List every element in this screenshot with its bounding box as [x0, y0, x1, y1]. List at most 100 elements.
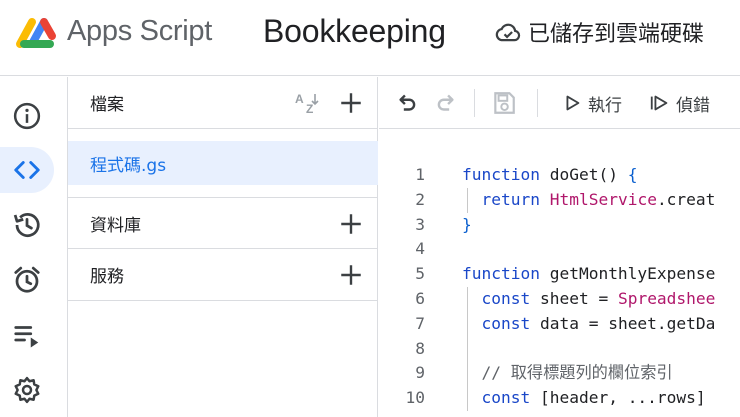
code-line[interactable]: 4: [379, 237, 740, 262]
line-number: 3: [415, 214, 425, 234]
code-token: [header, ...rows]: [530, 388, 706, 408]
libraries-label: 資料庫: [90, 215, 141, 236]
code-token: const: [481, 388, 531, 408]
apps-script-logo-icon[interactable]: [14, 14, 60, 50]
add-service-icon[interactable]: [338, 262, 364, 288]
line-number: 6: [415, 288, 425, 308]
code-token: return: [481, 189, 540, 209]
line-number: 7: [415, 313, 425, 333]
code-token: const: [481, 313, 531, 333]
code-line[interactable]: 3}: [379, 213, 740, 238]
code-token: .creat: [656, 189, 716, 209]
rail-editor[interactable]: [0, 147, 54, 193]
services-label: 服務: [90, 267, 124, 287]
code-line[interactable]: 2 return HtmlService.creat: [379, 187, 740, 213]
files-label: 檔案: [90, 95, 124, 115]
code-token: const: [481, 288, 531, 308]
code-line[interactable]: 10 const [header, ...rows]: [379, 386, 740, 411]
save-status-text: 已儲存到雲端硬碟: [528, 22, 705, 47]
app-name[interactable]: Apps Script: [67, 15, 212, 48]
sort-az-icon[interactable]: A Z: [293, 90, 323, 116]
code-icon: [14, 161, 40, 179]
rail-executions[interactable]: [2, 312, 52, 358]
code-line[interactable]: 9 // 取得標題列的欄位索引: [379, 361, 740, 387]
cloud-done-icon: [495, 23, 521, 42]
line-number: 5: [415, 264, 425, 284]
svg-text:Z: Z: [306, 102, 313, 116]
code-token: sheet =: [530, 288, 618, 308]
run-label: 執行: [588, 95, 622, 116]
add-file-icon[interactable]: [338, 90, 364, 116]
code-text: const [header, ...rows]: [462, 386, 706, 411]
code-token: data = sheet.getDa: [530, 313, 716, 333]
play-icon: [566, 95, 580, 111]
debug-button[interactable]: 偵錯: [649, 89, 710, 117]
info-icon: [13, 102, 41, 130]
code-line[interactable]: 6 const sheet = Spreadshee: [379, 286, 740, 312]
redo-icon[interactable]: [434, 90, 460, 116]
project-title[interactable]: Bookkeeping: [263, 13, 446, 50]
run-button[interactable]: 執行: [561, 89, 622, 117]
save-icon[interactable]: [491, 90, 517, 116]
code-token: // 取得標題列的欄位索引: [481, 363, 673, 383]
toolbar-divider: [537, 89, 538, 117]
code-line[interactable]: 8: [379, 336, 740, 362]
line-number: 10: [405, 388, 426, 408]
add-library-icon[interactable]: [338, 211, 364, 237]
code-line[interactable]: 7 const data = sheet.getDa: [379, 311, 740, 337]
code-token: }: [462, 214, 472, 234]
indent-guide: [467, 336, 468, 362]
code-text: // 取得標題列的欄位索引: [462, 361, 673, 386]
line-number: 4: [415, 239, 425, 259]
code-text: const sheet = Spreadshee: [462, 287, 716, 312]
left-rail: [0, 77, 68, 417]
line-number: 9: [415, 363, 425, 383]
code-token: getMonthlyExpense: [539, 264, 716, 284]
code-token: function: [462, 264, 540, 284]
code-token: doGet(): [539, 165, 628, 184]
code-line[interactable]: 5 function getMonthlyExpense: [379, 262, 740, 287]
alarm-icon: [14, 266, 40, 293]
code-text: function doGet() {: [462, 163, 637, 188]
debug-icon: [650, 95, 668, 111]
code-text: return HtmlService.creat: [462, 188, 716, 213]
svg-text:A: A: [295, 92, 304, 106]
files-panel: 檔案 A Z 程式碼.gs 資料庫 服務: [68, 77, 378, 417]
line-number: 1: [415, 165, 425, 184]
rail-overview[interactable]: [2, 93, 52, 139]
code-token: function: [462, 165, 540, 184]
file-item-label: 程式碼.gs: [90, 155, 167, 176]
code-editor: 執行 偵錯 1 function doGet() {2 return HtmlSe…: [379, 77, 740, 417]
services-section: 服務: [68, 249, 378, 301]
settings-icon: [14, 376, 40, 404]
files-section-header: 檔案 A Z: [68, 77, 378, 129]
code-text: const data = sheet.getDa: [462, 312, 716, 337]
code-text: }: [462, 213, 472, 238]
toolbar-divider: [474, 89, 475, 117]
history-icon: [13, 213, 40, 237]
code-token: {: [627, 165, 638, 184]
code-token: Spreadshee: [617, 288, 716, 308]
file-item-code-gs[interactable]: 程式碼.gs: [68, 141, 378, 185]
rail-triggers-history[interactable]: [2, 202, 52, 248]
undo-icon[interactable]: [393, 90, 419, 116]
line-number: 2: [415, 189, 425, 209]
code-line[interactable]: 1 function doGet() {: [379, 163, 740, 188]
rail-settings[interactable]: [2, 367, 52, 413]
save-status: 已儲存到雲端硬碟: [494, 16, 704, 48]
debug-label: 偵錯: [676, 95, 710, 116]
code-text: function getMonthlyExpense: [462, 262, 715, 287]
app-header: Apps Script Bookkeeping 已儲存到雲端硬碟: [0, 0, 740, 76]
code-token: HtmlService: [549, 189, 657, 209]
editor-toolbar: 執行 偵錯: [379, 77, 740, 129]
executions-icon: [14, 326, 39, 348]
line-number: 8: [415, 338, 425, 358]
rail-triggers[interactable]: [2, 257, 52, 303]
code-area[interactable]: 1 function doGet() {2 return HtmlService.…: [379, 163, 740, 411]
